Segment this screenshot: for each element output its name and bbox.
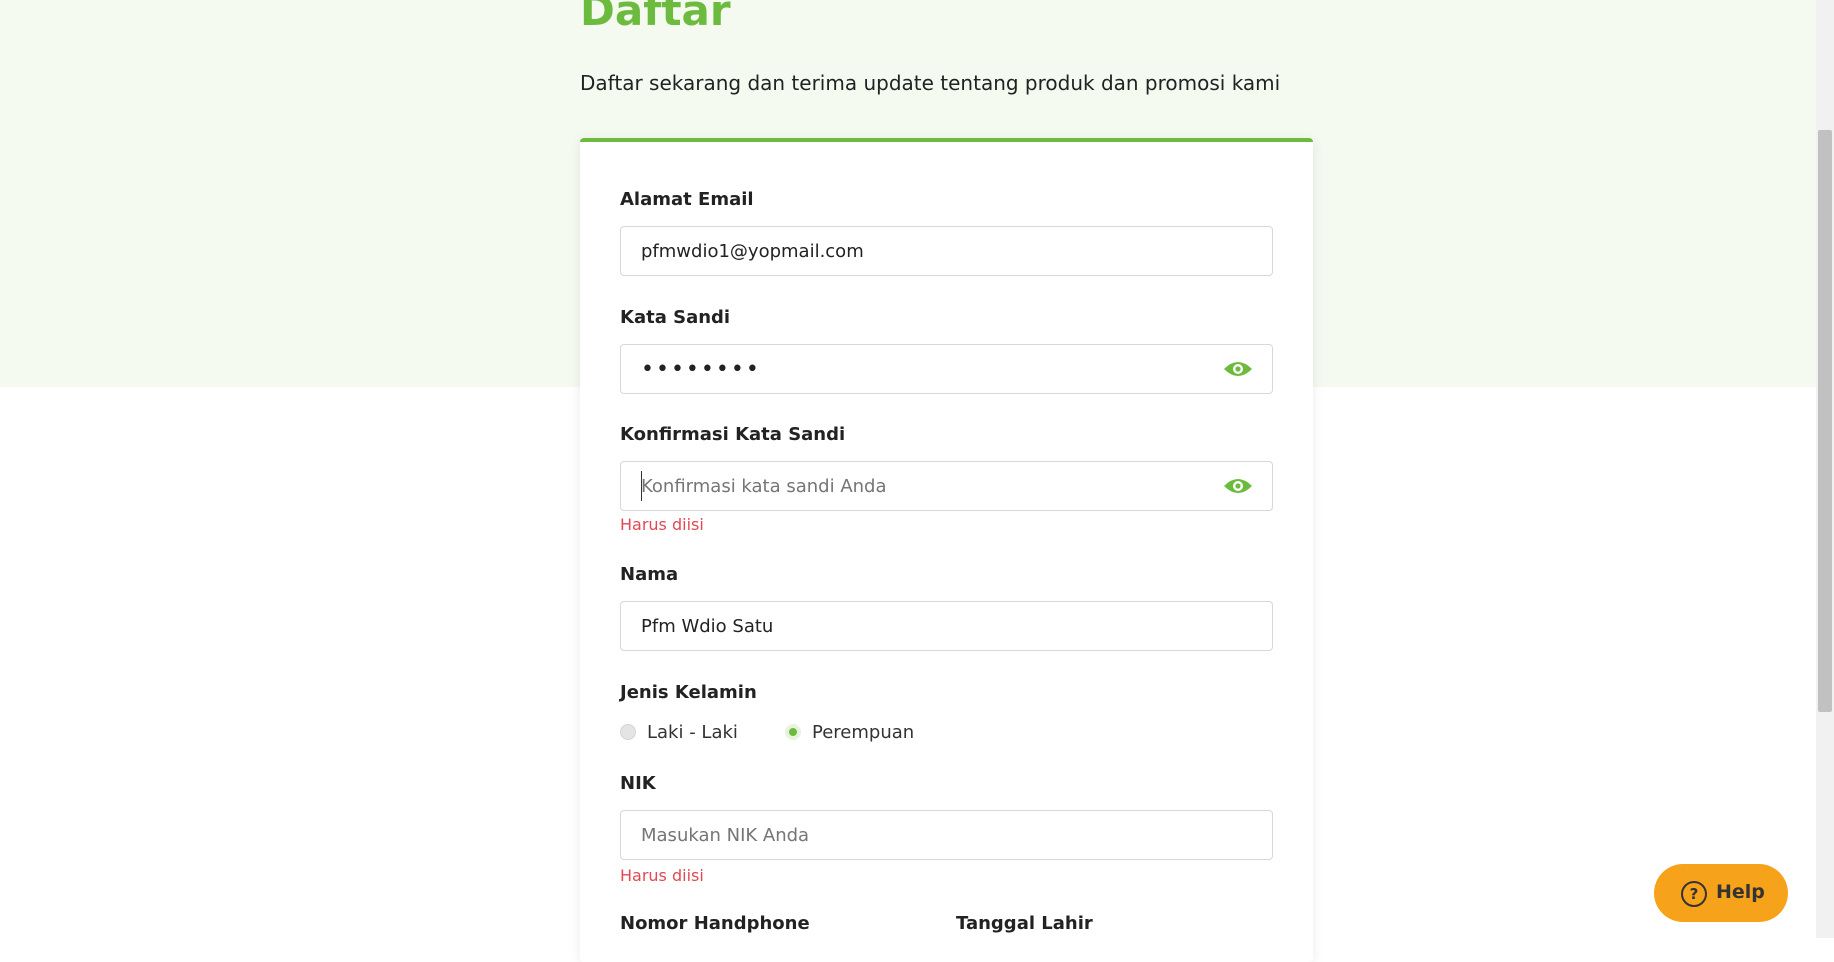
nik-label: NIK [620, 773, 656, 794]
scrollbar-thumb[interactable] [1818, 130, 1832, 712]
confirm-password-error: Harus diisi [620, 515, 704, 534]
gender-option-male[interactable]: Laki - Laki [620, 720, 740, 748]
gender-option-female[interactable]: Perempuan [785, 720, 925, 748]
help-button[interactable]: ? Help [1654, 864, 1788, 922]
confirm-password-input[interactable] [641, 462, 1201, 510]
radio-button-selected[interactable] [785, 724, 801, 740]
radio-label: Laki - Laki [647, 722, 738, 743]
eye-icon[interactable] [1222, 476, 1254, 496]
help-label: Help [1716, 881, 1765, 903]
radio-button[interactable] [620, 724, 636, 740]
password-input[interactable] [641, 345, 1201, 393]
birth-date-label: Tanggal Lahir [956, 913, 1093, 934]
gender-label: Jenis Kelamin [620, 682, 757, 703]
email-label: Alamat Email [620, 189, 754, 210]
password-field-wrapper [620, 344, 1273, 394]
password-label: Kata Sandi [620, 307, 731, 328]
nik-input[interactable] [641, 811, 1201, 859]
registration-form-card: Alamat Email Kata Sandi Konfirmasi Kata … [580, 138, 1313, 962]
email-input[interactable] [641, 227, 1201, 275]
nik-field-wrapper [620, 810, 1273, 860]
confirm-password-label: Konfirmasi Kata Sandi [620, 424, 846, 445]
question-circle-icon: ? [1681, 881, 1707, 907]
confirm-password-field-wrapper [620, 461, 1273, 511]
page-subtitle: Daftar sekarang dan terima update tentan… [580, 71, 1281, 95]
name-label: Nama [620, 564, 679, 585]
eye-icon[interactable] [1222, 359, 1254, 379]
nik-error: Harus diisi [620, 866, 704, 885]
page-title: Daftar [580, 0, 731, 35]
name-field-wrapper [620, 601, 1273, 651]
phone-label: Nomor Handphone [620, 913, 810, 934]
name-input[interactable] [641, 602, 1201, 650]
email-field-wrapper [620, 226, 1273, 276]
radio-label: Perempuan [812, 722, 915, 743]
